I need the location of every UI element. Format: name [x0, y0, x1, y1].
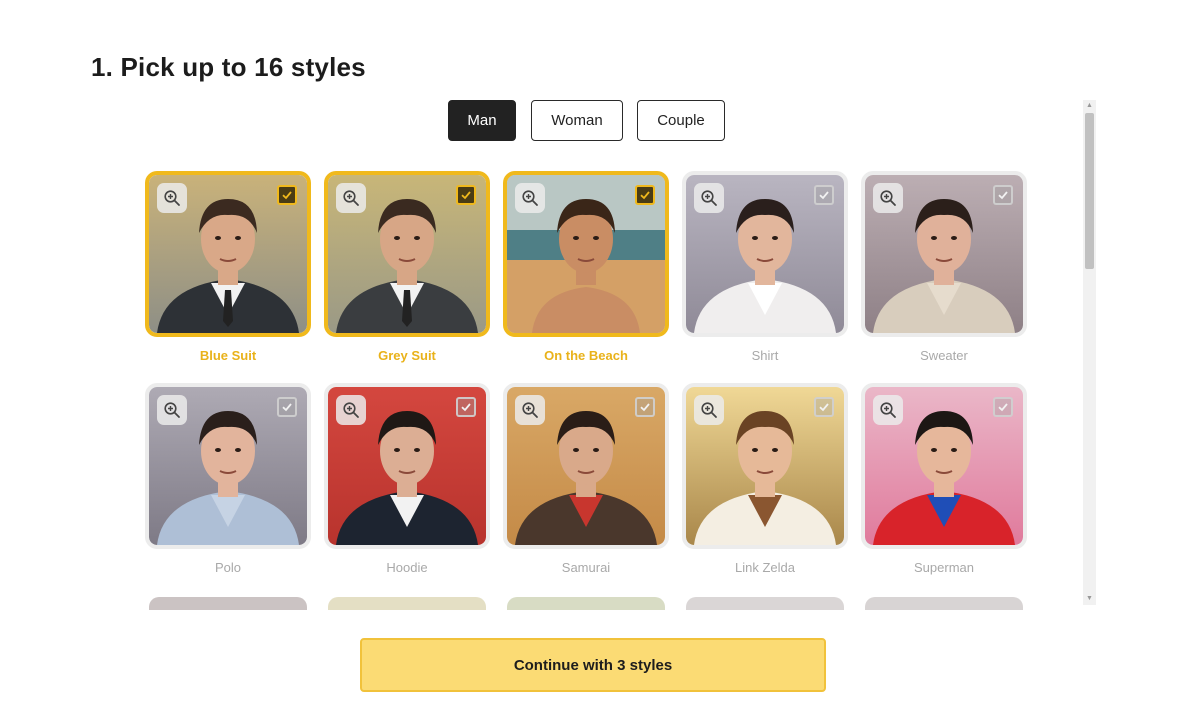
style-thumbnail[interactable] — [682, 171, 848, 337]
style-thumbnail[interactable] — [682, 383, 848, 549]
tab-man[interactable]: Man — [448, 100, 516, 141]
style-label: Shirt — [751, 348, 779, 363]
style-label: Hoodie — [386, 560, 428, 575]
scrollbar-thumb[interactable] — [1085, 113, 1094, 269]
gender-tabs: Man Woman Couple — [0, 100, 1180, 141]
style-label: Grey Suit — [378, 348, 436, 363]
style-thumbnail[interactable] — [503, 171, 669, 337]
styles-grid: Blue Suit Grey Suit On the Beach Shirt Sweat… — [140, 165, 1040, 610]
tab-woman[interactable]: Woman — [531, 100, 623, 141]
scroll-down-arrow-icon[interactable]: ▼ — [1083, 593, 1096, 605]
style-thumbnail[interactable] — [503, 383, 669, 549]
checkbox-check-icon[interactable] — [993, 397, 1013, 417]
style-label: Sweater — [920, 348, 968, 363]
zoom-in-icon[interactable] — [873, 395, 903, 425]
style-card-partial — [865, 597, 1023, 610]
style-thumbnail[interactable] — [324, 171, 490, 337]
zoom-in-icon[interactable] — [515, 395, 545, 425]
checkbox-check-icon[interactable] — [635, 397, 655, 417]
style-thumbnail[interactable] — [861, 171, 1027, 337]
zoom-in-icon[interactable] — [336, 183, 366, 213]
zoom-in-icon[interactable] — [336, 395, 366, 425]
continue-button[interactable]: Continue with 3 styles — [360, 638, 826, 692]
zoom-in-icon[interactable] — [694, 395, 724, 425]
style-thumbnail[interactable] — [324, 383, 490, 549]
scroll-up-arrow-icon[interactable]: ▲ — [1083, 100, 1096, 112]
zoom-in-icon[interactable] — [515, 183, 545, 213]
style-card-partial — [149, 597, 307, 610]
scrollbar[interactable]: ▲ ▼ — [1083, 100, 1096, 605]
style-label: Samurai — [561, 560, 611, 575]
style-label: Superman — [914, 560, 974, 575]
checkbox-check-icon[interactable] — [814, 185, 834, 205]
style-card-partial — [507, 597, 665, 610]
style-card-partial — [686, 597, 844, 610]
style-label: Link Zelda — [735, 560, 795, 575]
zoom-in-icon[interactable] — [157, 395, 187, 425]
style-label: Blue Suit — [199, 348, 257, 363]
style-card-partial — [328, 597, 486, 610]
tab-couple[interactable]: Couple — [637, 100, 725, 141]
zoom-in-icon[interactable] — [157, 183, 187, 213]
page-title: 1. Pick up to 16 styles — [91, 52, 366, 82]
style-thumbnail[interactable] — [861, 383, 1027, 549]
style-thumbnail[interactable] — [145, 171, 311, 337]
checkbox-check-icon[interactable] — [993, 185, 1013, 205]
checkbox-check-icon[interactable] — [277, 397, 297, 417]
checkbox-check-icon[interactable] — [456, 397, 476, 417]
zoom-in-icon[interactable] — [694, 183, 724, 213]
checkbox-check-icon[interactable] — [635, 185, 655, 205]
style-thumbnail[interactable] — [145, 383, 311, 549]
checkbox-check-icon[interactable] — [814, 397, 834, 417]
checkbox-check-icon[interactable] — [277, 185, 297, 205]
style-label: Polo — [214, 560, 242, 575]
zoom-in-icon[interactable] — [873, 183, 903, 213]
checkbox-check-icon[interactable] — [456, 185, 476, 205]
style-label: On the Beach — [544, 348, 628, 363]
